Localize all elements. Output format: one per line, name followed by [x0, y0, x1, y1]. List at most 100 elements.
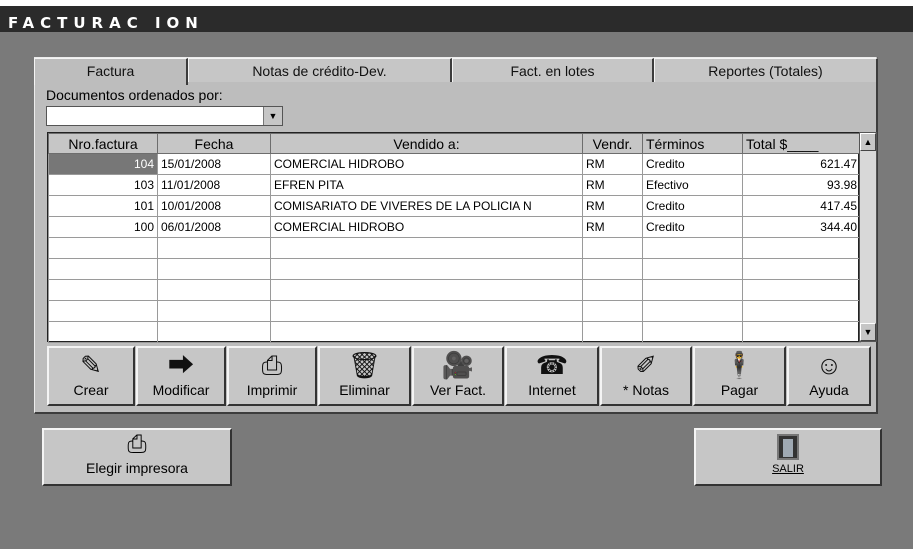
table-cell[interactable]: COMERCIAL HIDROBO: [270, 153, 583, 175]
exit-button[interactable]: SALIR: [694, 428, 882, 486]
table-cell[interactable]: RM: [582, 153, 643, 175]
toolbar-button-eliminar[interactable]: 🗑 Eliminar: [318, 346, 411, 406]
tab-label: Factura: [86, 63, 135, 79]
table-cell[interactable]: 06/01/2008: [157, 216, 271, 238]
chevron-down-icon[interactable]: ▼: [263, 107, 282, 125]
table-cell[interactable]: [582, 258, 643, 280]
table-cell[interactable]: RM: [582, 174, 643, 196]
table-cell[interactable]: [270, 258, 583, 280]
table-row[interactable]: 103 11/01/2008 EFREN PITA RM Efectivo 93.98: [48, 174, 861, 196]
table-cell[interactable]: [642, 258, 743, 280]
table-cell[interactable]: Credito: [642, 153, 743, 175]
table-cell[interactable]: [642, 279, 743, 301]
table-cell[interactable]: [582, 237, 643, 259]
invoice-table[interactable]: Nro.factura Fecha Vendido a: Vendr. Térm…: [47, 132, 861, 343]
table-row[interactable]: 101 10/01/2008 COMISARIATO DE VIVERES DE L…: [48, 195, 861, 217]
choose-printer-button[interactable]: ⎙ Elegir impresora: [42, 428, 232, 486]
toolbar-button-label: Crear: [73, 382, 109, 398]
table-cell[interactable]: [48, 258, 158, 280]
empty-row[interactable]: [48, 258, 861, 280]
toolbar-button-modificar[interactable]: ⮕ Modificar: [136, 346, 226, 406]
table-cell[interactable]: [582, 321, 643, 343]
column-header[interactable]: Vendr.: [582, 133, 643, 154]
table-cell[interactable]: RM: [582, 216, 643, 238]
toolbar-button-verfact[interactable]: 🎥 Ver Fact.: [412, 346, 504, 406]
column-header[interactable]: Vendido a:: [270, 133, 583, 154]
table-cell[interactable]: 103: [48, 174, 158, 196]
table-row[interactable]: 104 15/01/2008 COMERCIAL HIDROBO RM Credito 6…: [48, 153, 861, 175]
table-cell[interactable]: 344.40: [742, 216, 861, 238]
tab-reportes[interactable]: Reportes (Totales): [654, 58, 878, 82]
video-camera-icon: 🎥: [441, 350, 475, 380]
table-cell[interactable]: Efectivo: [642, 174, 743, 196]
table-cell[interactable]: [157, 237, 271, 259]
table-cell[interactable]: COMERCIAL HIDROBO: [270, 216, 583, 238]
sort-dropdown[interactable]: ▼: [46, 106, 283, 126]
empty-row[interactable]: [48, 279, 861, 301]
table-cell[interactable]: [582, 300, 643, 322]
table-cell[interactable]: [157, 258, 271, 280]
column-header[interactable]: Total $____: [742, 133, 861, 154]
table-cell[interactable]: [270, 237, 583, 259]
table-cell[interactable]: RM: [582, 195, 643, 217]
toolbar-button-ayuda[interactable]: ☺ Ayuda: [787, 346, 871, 406]
table-cell[interactable]: [157, 300, 271, 322]
table-row[interactable]: 100 06/01/2008 COMERCIAL HIDROBO RM Credito 3…: [48, 216, 861, 238]
table-cell[interactable]: 101: [48, 195, 158, 217]
telephone-icon: ☎: [535, 350, 569, 380]
table-cell[interactable]: 104: [48, 153, 158, 175]
column-header[interactable]: Fecha: [157, 133, 271, 154]
table-cell[interactable]: [742, 237, 861, 259]
table-cell[interactable]: [157, 279, 271, 301]
table-cell[interactable]: [48, 279, 158, 301]
sort-label: Documentos ordenados por:: [46, 87, 223, 103]
table-cell[interactable]: Credito: [642, 216, 743, 238]
table-cell[interactable]: 11/01/2008: [157, 174, 271, 196]
scroll-up-icon[interactable]: ▲: [860, 133, 876, 151]
table-cell[interactable]: 15/01/2008: [157, 153, 271, 175]
table-cell[interactable]: [742, 279, 861, 301]
table-cell[interactable]: COMISARIATO DE VIVERES DE LA POLICIA N: [270, 195, 583, 217]
table-cell[interactable]: Credito: [642, 195, 743, 217]
column-header[interactable]: Términos: [642, 133, 743, 154]
table-cell[interactable]: [270, 279, 583, 301]
table-cell[interactable]: 93.98: [742, 174, 861, 196]
table-cell[interactable]: [270, 300, 583, 322]
empty-row[interactable]: [48, 237, 861, 259]
table-cell[interactable]: [642, 237, 743, 259]
tab-factura[interactable]: Factura: [34, 58, 188, 85]
table-cell[interactable]: [642, 321, 743, 343]
scroll-down-icon[interactable]: ▼: [860, 323, 876, 341]
table-cell[interactable]: [582, 279, 643, 301]
toolbar-button-label: Ver Fact.: [429, 382, 487, 398]
table-cell[interactable]: 100: [48, 216, 158, 238]
toolbar-button-imprimir[interactable]: ⎙ Imprimir: [227, 346, 317, 406]
table-cell[interactable]: 417.45: [742, 195, 861, 217]
toolbar-button-label: Internet: [528, 382, 576, 398]
trash-can-icon: 🗑: [347, 350, 381, 380]
toolbar-button-pagar[interactable]: 🕴 Pagar: [693, 346, 786, 406]
table-cell[interactable]: EFREN PITA: [270, 174, 583, 196]
table-cell[interactable]: [48, 237, 158, 259]
toolbar-button-crear[interactable]: ✎ Crear: [47, 346, 135, 406]
table-cell[interactable]: [270, 321, 583, 343]
table-cell[interactable]: 10/01/2008: [157, 195, 271, 217]
tab-notas-credito[interactable]: Notas de crédito-Dev.: [188, 58, 452, 82]
table-cell[interactable]: [742, 321, 861, 343]
table-cell[interactable]: [48, 300, 158, 322]
table-cell[interactable]: 621.47: [742, 153, 861, 175]
table-cell[interactable]: [742, 300, 861, 322]
notepad-icon: ✐: [635, 350, 657, 380]
vertical-scrollbar[interactable]: ▲ ▼: [859, 132, 877, 342]
column-header[interactable]: Nro.factura: [48, 133, 158, 154]
table-cell[interactable]: [48, 321, 158, 343]
empty-row[interactable]: [48, 321, 861, 343]
table-cell[interactable]: [157, 321, 271, 343]
toolbar-button-internet[interactable]: ☎ Internet: [505, 346, 599, 406]
tab-fact-lotes[interactable]: Fact. en lotes: [452, 58, 654, 82]
title-bar: FACTURAC ION: [0, 6, 913, 32]
toolbar-button-notas[interactable]: ✐ * Notas: [600, 346, 692, 406]
empty-row[interactable]: [48, 300, 861, 322]
table-cell[interactable]: [642, 300, 743, 322]
table-cell[interactable]: [742, 258, 861, 280]
